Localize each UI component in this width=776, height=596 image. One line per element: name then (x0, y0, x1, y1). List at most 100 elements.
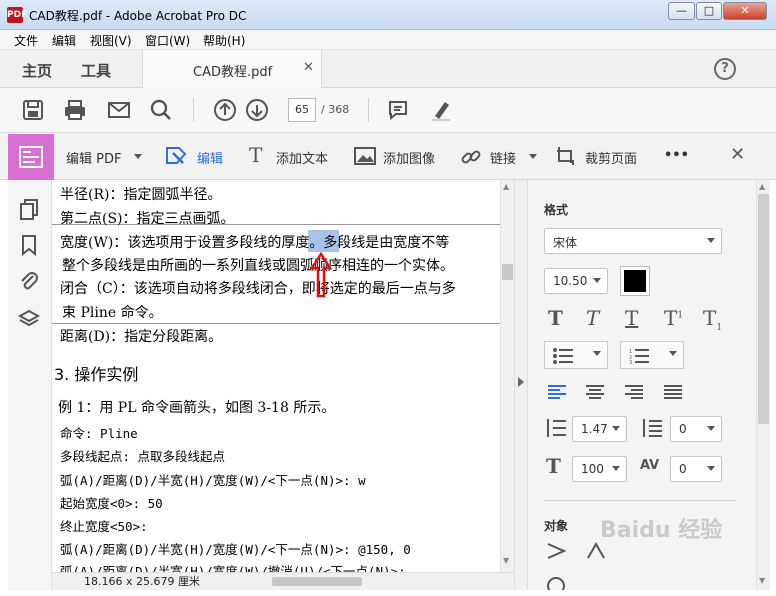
justify-icon[interactable] (664, 385, 682, 399)
document-tab-label: CAD教程.pdf (193, 65, 273, 80)
line-spacing-value: 1.47 (581, 422, 608, 436)
font-color-swatch[interactable] (620, 266, 650, 296)
doc-line: 起始宽度<0>: 50 (60, 496, 163, 511)
menu-edit[interactable]: 编辑 (52, 32, 76, 49)
menu-help[interactable]: 帮助(H) (203, 32, 245, 49)
line-spacing-select[interactable]: 1.47 (572, 416, 627, 442)
italic-icon[interactable]: T (586, 306, 599, 330)
font-family-value: 宋体 (553, 236, 578, 250)
align-left-icon[interactable] (548, 385, 566, 399)
save-icon[interactable] (21, 98, 45, 122)
bullet-list-select[interactable] (544, 341, 608, 369)
menu-window[interactable]: 窗口(W) (145, 32, 190, 49)
maximize-button[interactable]: □ (696, 2, 722, 20)
add-image-button[interactable]: 添加图像 (383, 148, 435, 167)
close-tab-icon[interactable]: ✕ (303, 60, 314, 75)
toolbar-divider (193, 98, 194, 122)
doc-line: 弧(A)/距离(D)/半宽(H)/宽度(W)/<下一点(N)>: @150, 0 (60, 542, 411, 557)
edit-text-icon[interactable] (165, 145, 189, 167)
menu-file[interactable]: 文件 (14, 32, 38, 49)
chevron-down-icon (593, 351, 601, 356)
scroll-down-icon[interactable]: ▼ (503, 556, 509, 565)
paragraph-spacing-select[interactable]: 0 (670, 416, 722, 442)
edit-pdf-menu[interactable]: 编辑 PDF (66, 148, 121, 167)
chevron-down-icon (707, 466, 715, 471)
panel-vertical-scrollbar[interactable]: ▲ ▼ (756, 180, 770, 590)
superscript-icon[interactable]: T1 (664, 306, 683, 330)
document-page[interactable]: 半径(R)：指定圆弧半径。 第二点(S)：指定三点画弧。 宽度(W)：该选项用于… (52, 180, 514, 572)
chevron-down-icon (707, 238, 715, 243)
tab-home[interactable]: 主页 (22, 60, 52, 81)
email-icon[interactable] (107, 98, 131, 122)
flip-vertical-icon[interactable] (586, 542, 606, 560)
line-spacing-icon (547, 419, 566, 437)
comment-icon[interactable] (386, 98, 410, 122)
numbered-list-select[interactable]: 123 (620, 341, 684, 369)
scrollbar-thumb[interactable] (502, 264, 513, 280)
crop-icon[interactable] (555, 145, 577, 167)
character-spacing-value: 0 (679, 462, 687, 476)
page-number-input[interactable]: 65 (288, 98, 316, 122)
minimize-button[interactable]: — (668, 2, 695, 20)
toolbar-divider (368, 98, 369, 122)
link-button[interactable]: 链接 (490, 148, 516, 167)
collapse-panel-icon[interactable] (518, 377, 524, 387)
doc-line: 例 1：用 PL 命令画箭头，如图 3-18 所示。 (58, 400, 336, 416)
doc-line[interactable]: 整个多段线是由所画的一系列直线或圆弧顺序相连的一个实体。 (62, 255, 454, 275)
bold-icon[interactable]: T (548, 306, 563, 330)
chevron-down-icon (707, 426, 715, 431)
format-panel-title: 格式 (544, 203, 569, 217)
tab-tools[interactable]: 工具 (81, 60, 111, 81)
add-text-button[interactable]: 添加文本 (276, 148, 328, 167)
close-edit-icon[interactable]: ✕ (730, 144, 745, 165)
scroll-up-icon[interactable]: ▲ (759, 182, 765, 191)
underline-icon[interactable]: T (625, 306, 638, 330)
next-page-icon[interactable] (245, 98, 269, 122)
edit-pdf-tool-icon[interactable] (8, 134, 54, 180)
doc-line[interactable]: 宽度(W)：该选项用于设置多段线的厚度。多段线是由宽度不等 (60, 232, 449, 252)
more-options-icon[interactable]: ••• (664, 148, 689, 163)
subscript-icon[interactable]: T1 (703, 306, 722, 333)
align-center-icon[interactable] (586, 385, 604, 399)
panel-splitter[interactable] (514, 180, 528, 590)
print-icon[interactable] (63, 98, 87, 122)
panel-divider (544, 500, 736, 501)
pages-thumbnail-icon[interactable] (18, 198, 40, 220)
help-icon[interactable]: ? (714, 58, 736, 80)
close-window-button[interactable]: ✕ (723, 2, 767, 20)
font-size-select[interactable]: 10.50 (544, 268, 608, 294)
previous-page-icon[interactable] (213, 98, 237, 122)
align-right-icon[interactable] (625, 385, 643, 399)
chevron-down-icon[interactable] (134, 154, 142, 159)
attachment-icon[interactable] (18, 270, 40, 292)
horizontal-scale-select[interactable]: 100 (572, 456, 627, 482)
add-image-icon[interactable] (354, 147, 376, 165)
font-family-select[interactable]: 宋体 (544, 228, 722, 254)
doc-line[interactable]: 束 Pline 命令。 (62, 302, 163, 322)
scroll-down-icon[interactable]: ▼ (759, 576, 765, 585)
object-panel-title: 对象 (544, 519, 569, 533)
character-spacing-select[interactable]: 0 (670, 456, 722, 482)
search-icon[interactable] (149, 98, 173, 122)
layers-icon[interactable] (18, 308, 40, 330)
scroll-up-icon[interactable]: ▲ (503, 182, 509, 191)
scrollbar-thumb[interactable] (758, 194, 769, 424)
document-vertical-scrollbar[interactable]: ▲ ▼ (500, 180, 514, 572)
crop-pages-button[interactable]: 裁剪页面 (585, 148, 637, 167)
add-text-icon[interactable]: T (249, 143, 262, 167)
doc-line: 多段线起点: 点取多段线起点 (60, 449, 226, 464)
chevron-down-icon[interactable] (529, 154, 537, 159)
rotate-icon[interactable] (546, 576, 566, 590)
flip-horizontal-icon[interactable] (546, 542, 566, 560)
bookmark-icon[interactable] (18, 234, 40, 256)
doc-line[interactable]: 闭合（C）：该选项自动将多段线闭合，即将选定的最后一点与多 (60, 278, 456, 298)
highlight-pen-icon[interactable] (429, 98, 453, 122)
chevron-down-icon (612, 466, 620, 471)
watermark: Baidu 经验 (600, 518, 723, 543)
scrollbar-thumb[interactable] (272, 577, 362, 586)
tab-document[interactable]: CAD教程.pdf ✕ (142, 50, 322, 88)
character-spacing-icon: AV (640, 458, 660, 473)
edit-button[interactable]: 编辑 (197, 148, 223, 167)
menu-view[interactable]: 视图(V) (90, 32, 132, 49)
link-icon[interactable] (460, 146, 482, 168)
